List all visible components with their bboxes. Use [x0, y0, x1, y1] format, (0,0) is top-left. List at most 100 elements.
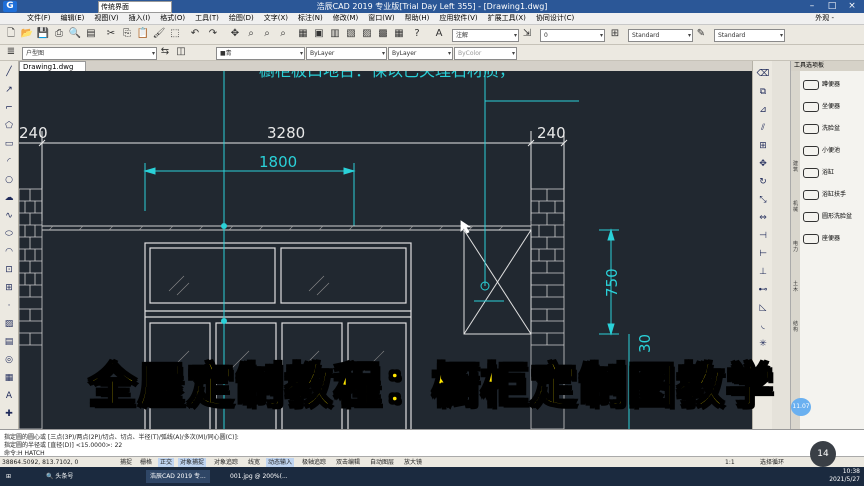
- layer-icon[interactable]: ◫: [174, 45, 188, 59]
- mirror-icon[interactable]: ⊿: [756, 103, 770, 117]
- palette-tab-electrical[interactable]: 电力: [792, 241, 799, 259]
- menu-item-0[interactable]: 文件(F): [22, 13, 56, 24]
- menu-item-3[interactable]: 插入(I): [124, 13, 156, 24]
- menu-item-6[interactable]: 绘图(D): [224, 13, 259, 24]
- status-button-2[interactable]: 正交: [158, 458, 175, 467]
- insert-block-icon[interactable]: ⊡: [2, 263, 16, 277]
- gradient-icon[interactable]: ▤: [2, 335, 16, 349]
- status-button-3[interactable]: 对象捕捉: [178, 458, 207, 467]
- close-icon[interactable]: ×: [842, 0, 862, 13]
- copy-icon[interactable]: ⎘: [120, 27, 134, 41]
- lineweight-select[interactable]: ByLayer ▾: [388, 47, 453, 60]
- open-icon[interactable]: 📂: [20, 27, 34, 41]
- menu-item-14[interactable]: 协同设计(C): [531, 13, 579, 24]
- new-file-icon[interactable]: 🗋: [4, 27, 18, 41]
- command-line[interactable]: 指定圆的圆心或 [三点(3P)/两点(2P)/切点、切点、半径(T)/弧线(A)…: [0, 429, 864, 457]
- menu-item-11[interactable]: 帮助(H): [400, 13, 435, 24]
- pan-icon[interactable]: ✥: [228, 27, 242, 41]
- array-icon[interactable]: ⊞: [756, 139, 770, 153]
- redo-icon[interactable]: ↷: [206, 27, 220, 41]
- trim-icon[interactable]: ⊣: [756, 229, 770, 243]
- menu-item-9[interactable]: 修改(M): [328, 13, 364, 24]
- palette-item-squat-toilet[interactable]: 蹲便器: [803, 77, 863, 93]
- menu-item-12[interactable]: 应用软件(V): [434, 13, 482, 24]
- palette-item-seat-toilet[interactable]: 座便器: [803, 231, 863, 247]
- calculator-icon[interactable]: ▧: [344, 27, 358, 41]
- rectangle-icon[interactable]: ▭: [2, 137, 16, 151]
- palette-item-toilet[interactable]: 坐便器: [803, 99, 863, 115]
- zoom-realtime-icon[interactable]: ⌕: [244, 27, 258, 41]
- copy-object-icon[interactable]: ⧉: [756, 85, 770, 99]
- hatch-icon[interactable]: ▨: [2, 317, 16, 331]
- menu-item-8[interactable]: 标注(N): [293, 13, 328, 24]
- undo-icon[interactable]: ↶: [188, 27, 202, 41]
- polyline-icon[interactable]: ⌐: [2, 101, 16, 115]
- cut-icon[interactable]: ✂: [104, 27, 118, 41]
- textstyle-select[interactable]: Standard ▾: [714, 29, 785, 42]
- zoom-prev-icon[interactable]: ⌕: [276, 27, 290, 41]
- windows-start-icon[interactable]: ⊞: [6, 470, 11, 483]
- sheet-icon[interactable]: ▩: [376, 27, 390, 41]
- block-icon[interactable]: ⬚: [168, 27, 182, 41]
- menu-item-2[interactable]: 视图(V): [89, 13, 123, 24]
- match-prop-icon[interactable]: 🖌: [152, 27, 166, 41]
- move-icon[interactable]: ✥: [756, 157, 770, 171]
- preview-icon[interactable]: 🔍: [68, 27, 82, 41]
- stretch-icon[interactable]: ⇔: [756, 211, 770, 225]
- line-icon[interactable]: ╱: [2, 65, 16, 79]
- dimstyle-select[interactable]: Standard ▾: [628, 29, 693, 42]
- menu-item-5[interactable]: 工具(T): [190, 13, 224, 24]
- rotate-icon[interactable]: ↻: [756, 175, 770, 189]
- ray-icon[interactable]: ↗: [2, 83, 16, 97]
- linetype-select[interactable]: ByLayer ▾: [306, 47, 387, 60]
- ellipse-arc-icon[interactable]: ◠: [2, 245, 16, 259]
- break-icon[interactable]: ⊥: [756, 265, 770, 279]
- publish-icon[interactable]: ▤: [84, 27, 98, 41]
- palette-item-bathtub-rail[interactable]: 浴缸扶手: [803, 187, 863, 203]
- join-icon[interactable]: ⊷: [756, 283, 770, 297]
- menu-item-7[interactable]: 文字(X): [259, 13, 293, 24]
- status-button-8[interactable]: 双击编辑: [334, 458, 362, 467]
- palette-tab-architecture[interactable]: 建筑: [792, 161, 799, 179]
- appearance-menu[interactable]: 外观 -: [815, 13, 834, 24]
- taskbar-search[interactable]: 🔍 头条号: [46, 470, 73, 483]
- palette-item-urinal[interactable]: 小便池: [803, 143, 863, 159]
- palette-tab-civil[interactable]: 土木: [792, 281, 799, 299]
- notification-bubble[interactable]: 14: [810, 441, 836, 467]
- status-button-6[interactable]: 动态输入: [266, 458, 295, 467]
- text-style-icon[interactable]: A: [432, 27, 446, 41]
- status-button-1[interactable]: 栅格: [138, 458, 154, 467]
- polygon-icon[interactable]: ⬠: [2, 119, 16, 133]
- palette-tab-mechanical[interactable]: 机械: [792, 201, 799, 219]
- help-icon[interactable]: ?: [410, 27, 424, 41]
- dimstyle-icon[interactable]: ⊞: [608, 27, 622, 41]
- annotate-icon[interactable]: ⇲: [520, 27, 534, 41]
- menu-item-13[interactable]: 扩展工具(X): [483, 13, 531, 24]
- spline-icon[interactable]: ∿: [2, 209, 16, 223]
- properties-icon[interactable]: ▦: [296, 27, 310, 41]
- minimize-icon[interactable]: –: [802, 0, 822, 13]
- extend-icon[interactable]: ⊢: [756, 247, 770, 261]
- tablestyle-icon[interactable]: ✎: [694, 27, 708, 41]
- taskbar-item-cad[interactable]: 浩辰CAD 2019 专...: [146, 470, 210, 483]
- zoom-window-icon[interactable]: ⌕: [260, 27, 274, 41]
- palette-item-bathtub[interactable]: 浴缸: [803, 165, 863, 181]
- status-button-5[interactable]: 线宽: [246, 458, 262, 467]
- selection-cycling-status[interactable]: 选择循环: [760, 458, 784, 467]
- menu-item-4[interactable]: 格式(O): [155, 13, 190, 24]
- arc-icon[interactable]: ◜: [2, 155, 16, 169]
- status-button-10[interactable]: 放大镜: [402, 458, 424, 467]
- explode-icon[interactable]: ✳: [756, 337, 770, 351]
- ellipse-icon[interactable]: ⬭: [2, 227, 16, 241]
- point-icon[interactable]: ·: [2, 299, 16, 313]
- tool-palette-icon[interactable]: ▥: [328, 27, 342, 41]
- offset-icon[interactable]: ⫽: [756, 121, 770, 135]
- save-icon[interactable]: 💾: [36, 27, 50, 41]
- make-block-icon[interactable]: ⊞: [2, 281, 16, 295]
- menu-item-10[interactable]: 窗口(W): [363, 13, 399, 24]
- palette-tab-structural[interactable]: 结构: [792, 321, 799, 339]
- erase-icon[interactable]: ⌫: [756, 67, 770, 81]
- fillet-icon[interactable]: ◟: [756, 319, 770, 333]
- status-button-0[interactable]: 捕捉: [118, 458, 134, 467]
- layer-state-select[interactable]: 户型图 ▾: [22, 47, 157, 60]
